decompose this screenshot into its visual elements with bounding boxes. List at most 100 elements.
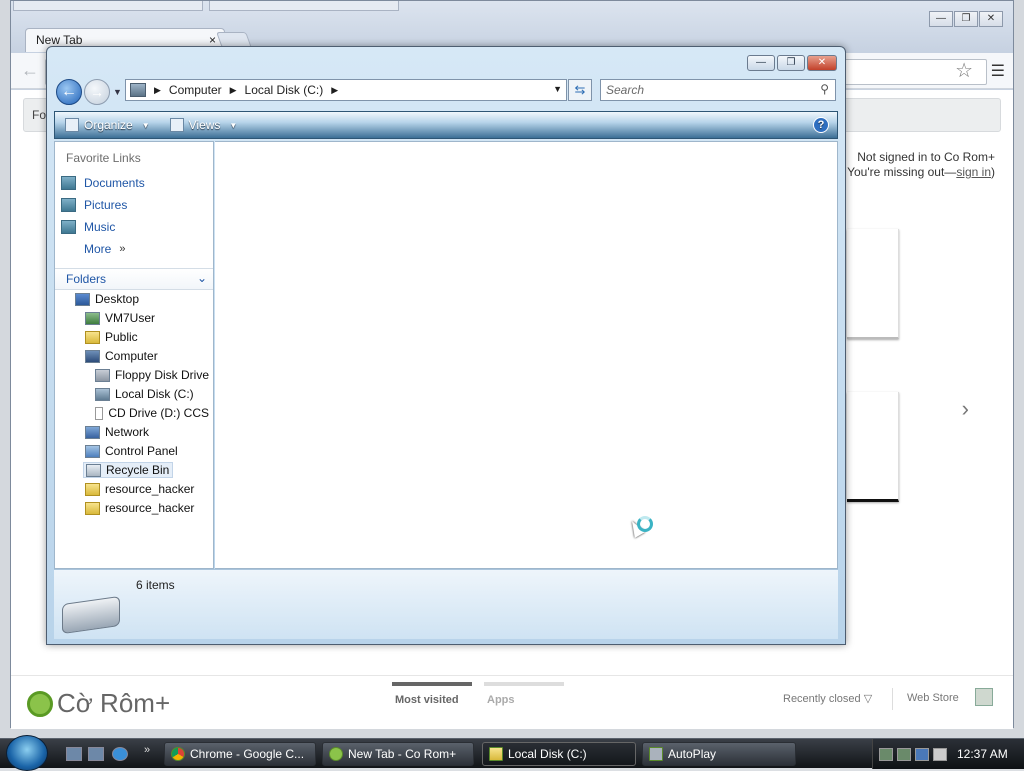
tree-item-vm7user[interactable]: VM7User [85, 311, 155, 325]
background-tab[interactable] [13, 1, 203, 11]
taskbar-button-label: AutoPlay [668, 747, 717, 761]
views-button[interactable]: Views ▼ [160, 112, 248, 138]
tree-item-cd-drive[interactable]: CD Drive (D:) CCS [95, 406, 209, 420]
maximize-button[interactable]: ❐ [954, 11, 978, 27]
start-button[interactable] [6, 735, 48, 771]
tree-item-label: Recycle Bin [106, 463, 170, 477]
recent-pages-dropdown-icon[interactable]: ▼ [113, 87, 122, 97]
apps-indicator [484, 682, 564, 686]
taskbar-button-local-disk[interactable]: Local Disk (C:) [482, 742, 636, 766]
volume-muted-icon[interactable] [933, 747, 947, 761]
zip-folder-icon [85, 501, 100, 515]
more-chevron-icon: » [119, 243, 126, 255]
close-button[interactable]: ✕ [807, 55, 837, 71]
autoplay-icon [649, 747, 663, 761]
tree-item-label: resource_hacker [105, 501, 195, 515]
breadcrumb-separator-icon[interactable]: ▶ [331, 85, 338, 96]
internet-explorer-icon[interactable] [112, 747, 128, 761]
bookmark-star-icon[interactable]: ☆ [955, 58, 973, 83]
tree-item-public[interactable]: Public [85, 330, 138, 344]
tree-item-label: CD Drive (D:) CCS [108, 406, 209, 420]
search-input[interactable]: Search ⚲ [600, 79, 836, 101]
floppy-icon [95, 368, 110, 382]
tree-item-desktop[interactable]: Desktop [75, 292, 139, 306]
tab-close-icon[interactable]: × [209, 33, 216, 47]
favorite-link-more[interactable]: More » [61, 242, 125, 256]
organize-button[interactable]: Organize ▼ [55, 112, 160, 138]
signin-promo: Not signed in to Co Rom+ You're missing … [847, 150, 995, 180]
chevron-down-icon[interactable]: ⌄ [197, 271, 207, 285]
signin-line-2: You're missing out—sign in) [847, 165, 995, 180]
command-bar: Organize ▼ Views ▼ ? [54, 111, 838, 139]
web-store-link[interactable]: Web Store [907, 692, 959, 704]
taskbar-button-label: Chrome - Google C... [190, 747, 305, 761]
taskbar-button-autoplay[interactable]: AutoPlay [642, 742, 796, 766]
views-label: Views [188, 118, 221, 132]
tree-item-local-disk[interactable]: Local Disk (C:) [95, 387, 194, 401]
ntp-footer: Cờ Rôm+ Most visited Apps Recently close… [11, 675, 1013, 729]
most-visited-tab[interactable]: Most visited [395, 694, 459, 706]
taskbar-button-new-tab[interactable]: New Tab - Co Rom+ [322, 742, 474, 766]
most-visited-indicator [392, 682, 472, 686]
breadcrumb-computer[interactable]: Computer [169, 83, 222, 97]
chevron-down-icon: ▼ [141, 120, 150, 130]
next-page-chevron-icon[interactable]: › [962, 396, 969, 422]
breadcrumb-separator-icon[interactable]: ▶ [230, 85, 237, 96]
tree-item-floppy[interactable]: Floppy Disk Drive [95, 368, 209, 382]
breadcrumb-separator-icon[interactable]: ▶ [154, 85, 161, 96]
busy-spinner-icon [637, 516, 653, 532]
favorite-link-label: Music [84, 220, 116, 234]
minimize-button[interactable]: — [929, 11, 953, 27]
most-visited-thumbnail[interactable] [847, 392, 899, 502]
maximize-button[interactable]: ❐ [777, 55, 805, 71]
tree-item-resource-hacker-zip[interactable]: resource_hacker [85, 501, 194, 515]
minimize-button[interactable]: — [747, 55, 775, 71]
hard-drive-icon [62, 595, 120, 635]
favorite-link-documents[interactable]: Documents [61, 176, 145, 190]
help-icon[interactable]: ? [813, 117, 829, 133]
tray-app-icon[interactable] [879, 747, 893, 761]
views-icon [169, 118, 184, 132]
chrome-window-controls: — ❐ ✕ [929, 11, 1003, 27]
tree-item-resource-hacker[interactable]: resource_hacker [85, 482, 194, 496]
refresh-button[interactable]: ⇆ [568, 79, 592, 101]
favorite-link-pictures[interactable]: Pictures [61, 198, 127, 212]
signin-suffix: ) [991, 165, 995, 179]
forward-button[interactable]: → [84, 79, 110, 105]
show-desktop-icon[interactable] [66, 747, 82, 761]
most-visited-thumbnail[interactable] [847, 229, 899, 339]
web-store-icon[interactable] [975, 688, 993, 706]
signin-link[interactable]: sign in [956, 165, 991, 179]
back-button[interactable]: ← [56, 79, 82, 105]
favorite-link-music[interactable]: Music [61, 220, 115, 234]
address-dropdown-icon[interactable]: ▼ [553, 84, 562, 94]
address-bar[interactable]: ▶ Computer ▶ Local Disk (C:) ▶ ▼ [125, 79, 567, 101]
tree-item-network[interactable]: Network [85, 425, 149, 439]
quicklaunch-more-icon[interactable]: » [144, 744, 150, 756]
signin-prefix: You're missing out— [847, 165, 957, 179]
background-tab[interactable] [209, 1, 399, 11]
tray-security-icon[interactable] [897, 747, 911, 761]
signin-line-1: Not signed in to Co Rom+ [857, 150, 995, 164]
switch-windows-icon[interactable] [88, 747, 104, 761]
network-icon[interactable] [915, 747, 929, 761]
tree-item-recycle-bin[interactable]: Recycle Bin [83, 462, 174, 478]
search-icon[interactable]: ⚲ [820, 82, 829, 96]
file-list-pane[interactable] [215, 141, 838, 569]
clock[interactable]: 12:37 AM [957, 747, 1008, 761]
folders-header[interactable]: Folders ⌄ [55, 268, 213, 290]
menu-icon[interactable]: ☰ [991, 61, 1005, 81]
drive-icon [130, 83, 146, 97]
folder-icon [489, 747, 503, 761]
back-arrow-icon[interactable]: ← [21, 60, 39, 81]
explorer-window: — ❐ ✕ ← → ▼ ▶ Computer ▶ Local Disk (C:)… [46, 46, 846, 645]
taskbar-button-chrome[interactable]: Chrome - Google C... [164, 742, 316, 766]
user-folder-icon [85, 311, 100, 325]
favorite-link-label: Pictures [84, 198, 128, 212]
apps-tab[interactable]: Apps [487, 694, 515, 706]
tree-item-control-panel[interactable]: Control Panel [85, 444, 178, 458]
close-button[interactable]: ✕ [979, 11, 1003, 27]
tree-item-computer[interactable]: Computer [85, 349, 158, 363]
breadcrumb-local-disk[interactable]: Local Disk (C:) [245, 83, 324, 97]
recently-closed-menu[interactable]: Recently closed ▽ [783, 692, 872, 705]
